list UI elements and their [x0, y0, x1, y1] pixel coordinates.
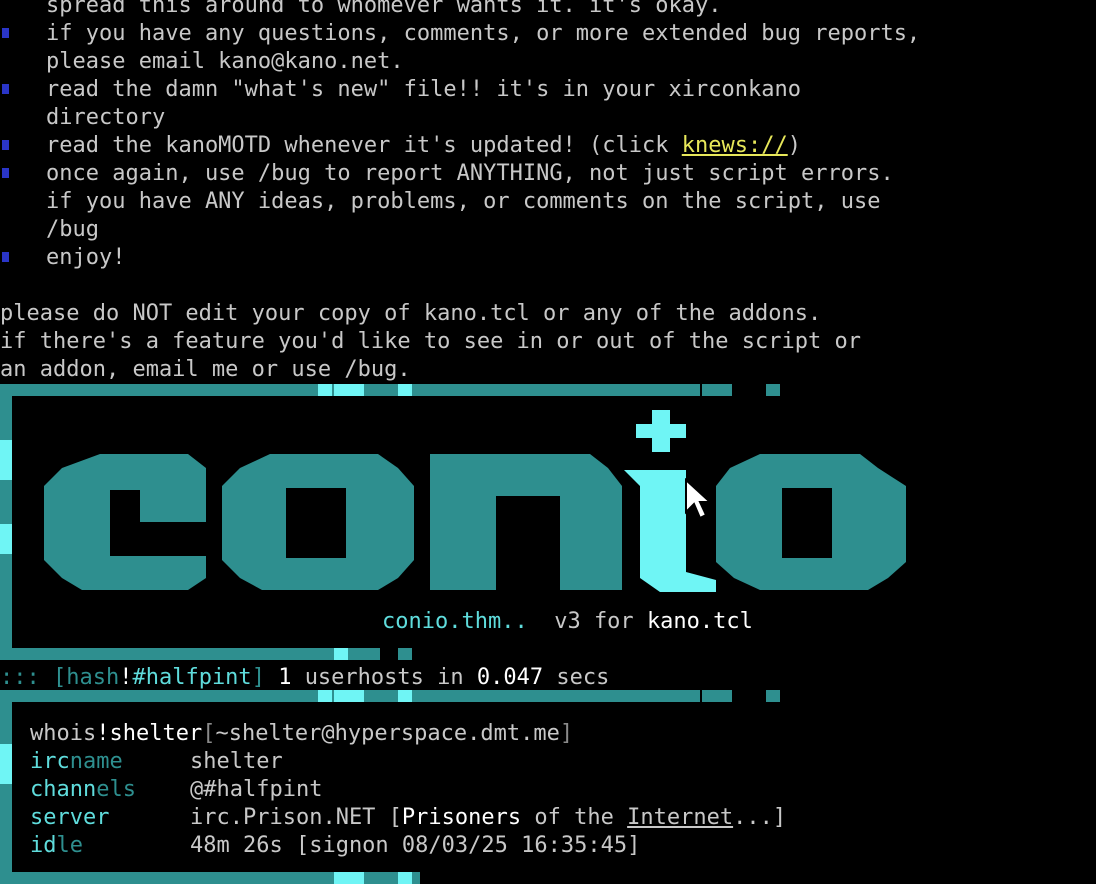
- whois-header: whois!shelter[~shelter@hyperspace.dmt.me…: [30, 720, 573, 748]
- server-desc-d: ...]: [733, 805, 787, 830]
- idle-label: id: [30, 833, 57, 858]
- status-mid: userhosts in: [304, 665, 464, 690]
- status-channel: #halfpint: [132, 665, 252, 690]
- mouse-pointer-icon: [685, 478, 712, 520]
- whois-ircname-value: shelter: [190, 749, 283, 774]
- script-name: kano.tcl: [646, 609, 753, 634]
- server-desc-b: of the: [521, 805, 628, 830]
- whois-idle-value: 48m 26s [signon 08/03/25 16:35:45]: [190, 833, 641, 858]
- whois-label: whois: [30, 721, 97, 746]
- whois-open: [: [202, 721, 216, 746]
- conio-banner-art: [0, 384, 906, 884]
- whois-nick: shelter: [109, 721, 203, 746]
- whois-idle-row: idle: [30, 832, 83, 860]
- ircname-label: irc: [30, 749, 70, 774]
- whois-channels-row: channels: [30, 776, 136, 804]
- whois-server-value: irc.Prison.NET [Prisoners of the Interne…: [190, 804, 786, 832]
- theme-name: conio.thm..: [382, 609, 528, 634]
- whois-host: ~shelter@hyperspace.dmt.me: [215, 721, 560, 746]
- status-prefix: ::: [: [0, 665, 67, 690]
- channels-label-b: els: [96, 777, 136, 802]
- userhost-time: 0.047: [476, 665, 544, 690]
- server-label: server: [30, 805, 110, 830]
- idle-label-b: le: [56, 833, 84, 858]
- status-unit: secs: [556, 665, 610, 690]
- server-desc-c: Internet: [627, 805, 734, 830]
- status-hash: hash: [66, 665, 120, 690]
- server-desc-a: Prisoners: [401, 805, 522, 830]
- whois-channels-value: @#halfpint: [190, 777, 323, 802]
- channels-label: chann: [30, 777, 97, 802]
- theme-version: v3 for: [554, 609, 634, 634]
- whois-ircname-row: ircname: [30, 748, 123, 776]
- userhost-status-line: ::: [hash!#halfpint] 1 userhosts in 0.04…: [0, 664, 609, 692]
- status-close: ]: [251, 665, 265, 690]
- whois-server-row: server: [30, 804, 109, 832]
- userhost-count: 1: [278, 665, 292, 690]
- ircname-label-b: name: [69, 749, 123, 774]
- whois-bang: !: [96, 721, 110, 746]
- whois-close: ]: [559, 721, 574, 746]
- server-name: irc.Prison.NET [: [190, 805, 402, 830]
- status-bang: !: [119, 665, 133, 690]
- theme-caption: conio.thm.. v3 for kano.tcl: [382, 608, 753, 636]
